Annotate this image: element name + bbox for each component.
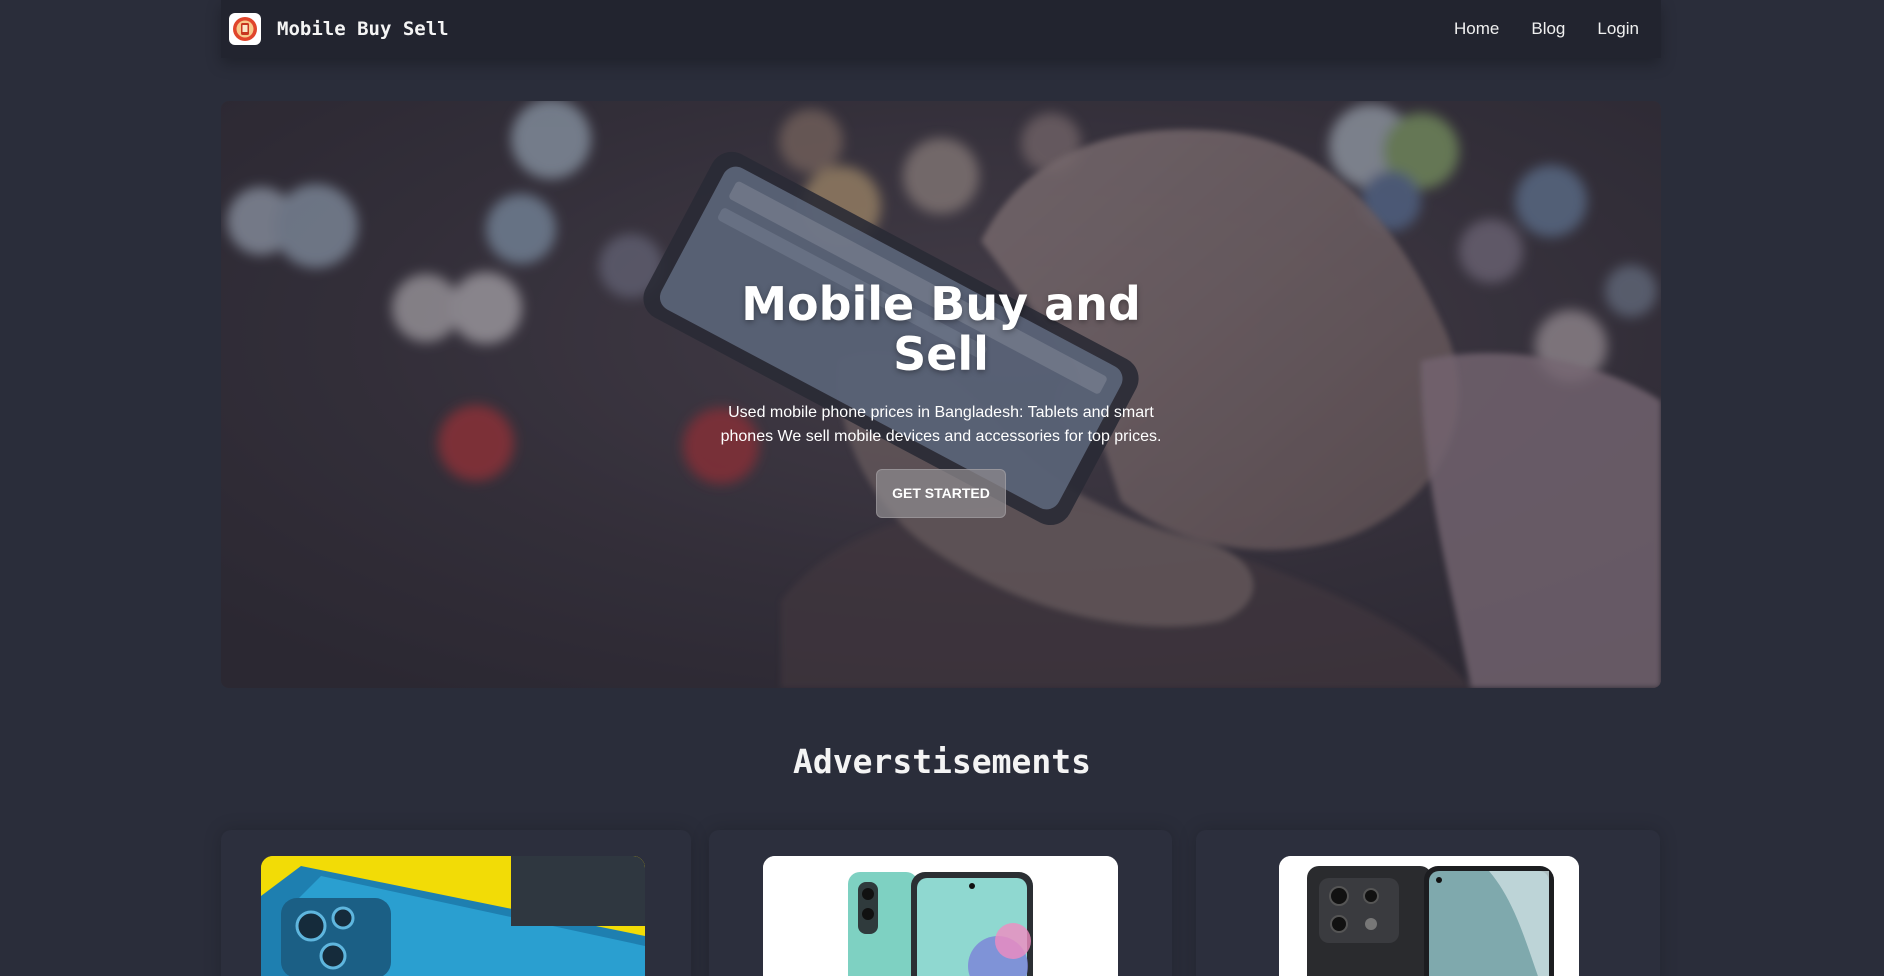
- mint-phone-photo[interactable]: [763, 856, 1118, 976]
- nav-links: Home Blog Login: [1444, 11, 1653, 47]
- page: Mobile Buy Sell Home Blog Login Mobile B…: [0, 0, 1884, 976]
- shop-logo-icon: [229, 13, 261, 45]
- hero-content: Mobile Buy and Sell Used mobile phone pr…: [221, 279, 1661, 518]
- ads-title: Adverstisements: [792, 742, 1091, 781]
- nav-link-login[interactable]: Login: [1587, 11, 1649, 47]
- hero-banner: Mobile Buy and Sell Used mobile phone pr…: [221, 101, 1661, 688]
- ad-card-3[interactable]: [1196, 830, 1660, 976]
- hero-title: Mobile Buy and Sell: [741, 277, 1141, 381]
- navbar: Mobile Buy Sell Home Blog Login: [221, 0, 1661, 58]
- blue-phone-photo[interactable]: [261, 856, 645, 976]
- ad-card-2[interactable]: [709, 830, 1172, 976]
- brand-name: Mobile Buy Sell: [277, 18, 449, 40]
- brand[interactable]: Mobile Buy Sell: [229, 13, 449, 45]
- nav-link-blog[interactable]: Blog: [1521, 11, 1575, 47]
- hero-description: Used mobile phone prices in Bangladesh: …: [720, 404, 1162, 445]
- ad-card-1[interactable]: [221, 830, 691, 976]
- nav-link-home[interactable]: Home: [1444, 11, 1509, 47]
- get-started-button[interactable]: GET STARTED: [876, 469, 1006, 518]
- black-phone-photo[interactable]: [1279, 856, 1579, 976]
